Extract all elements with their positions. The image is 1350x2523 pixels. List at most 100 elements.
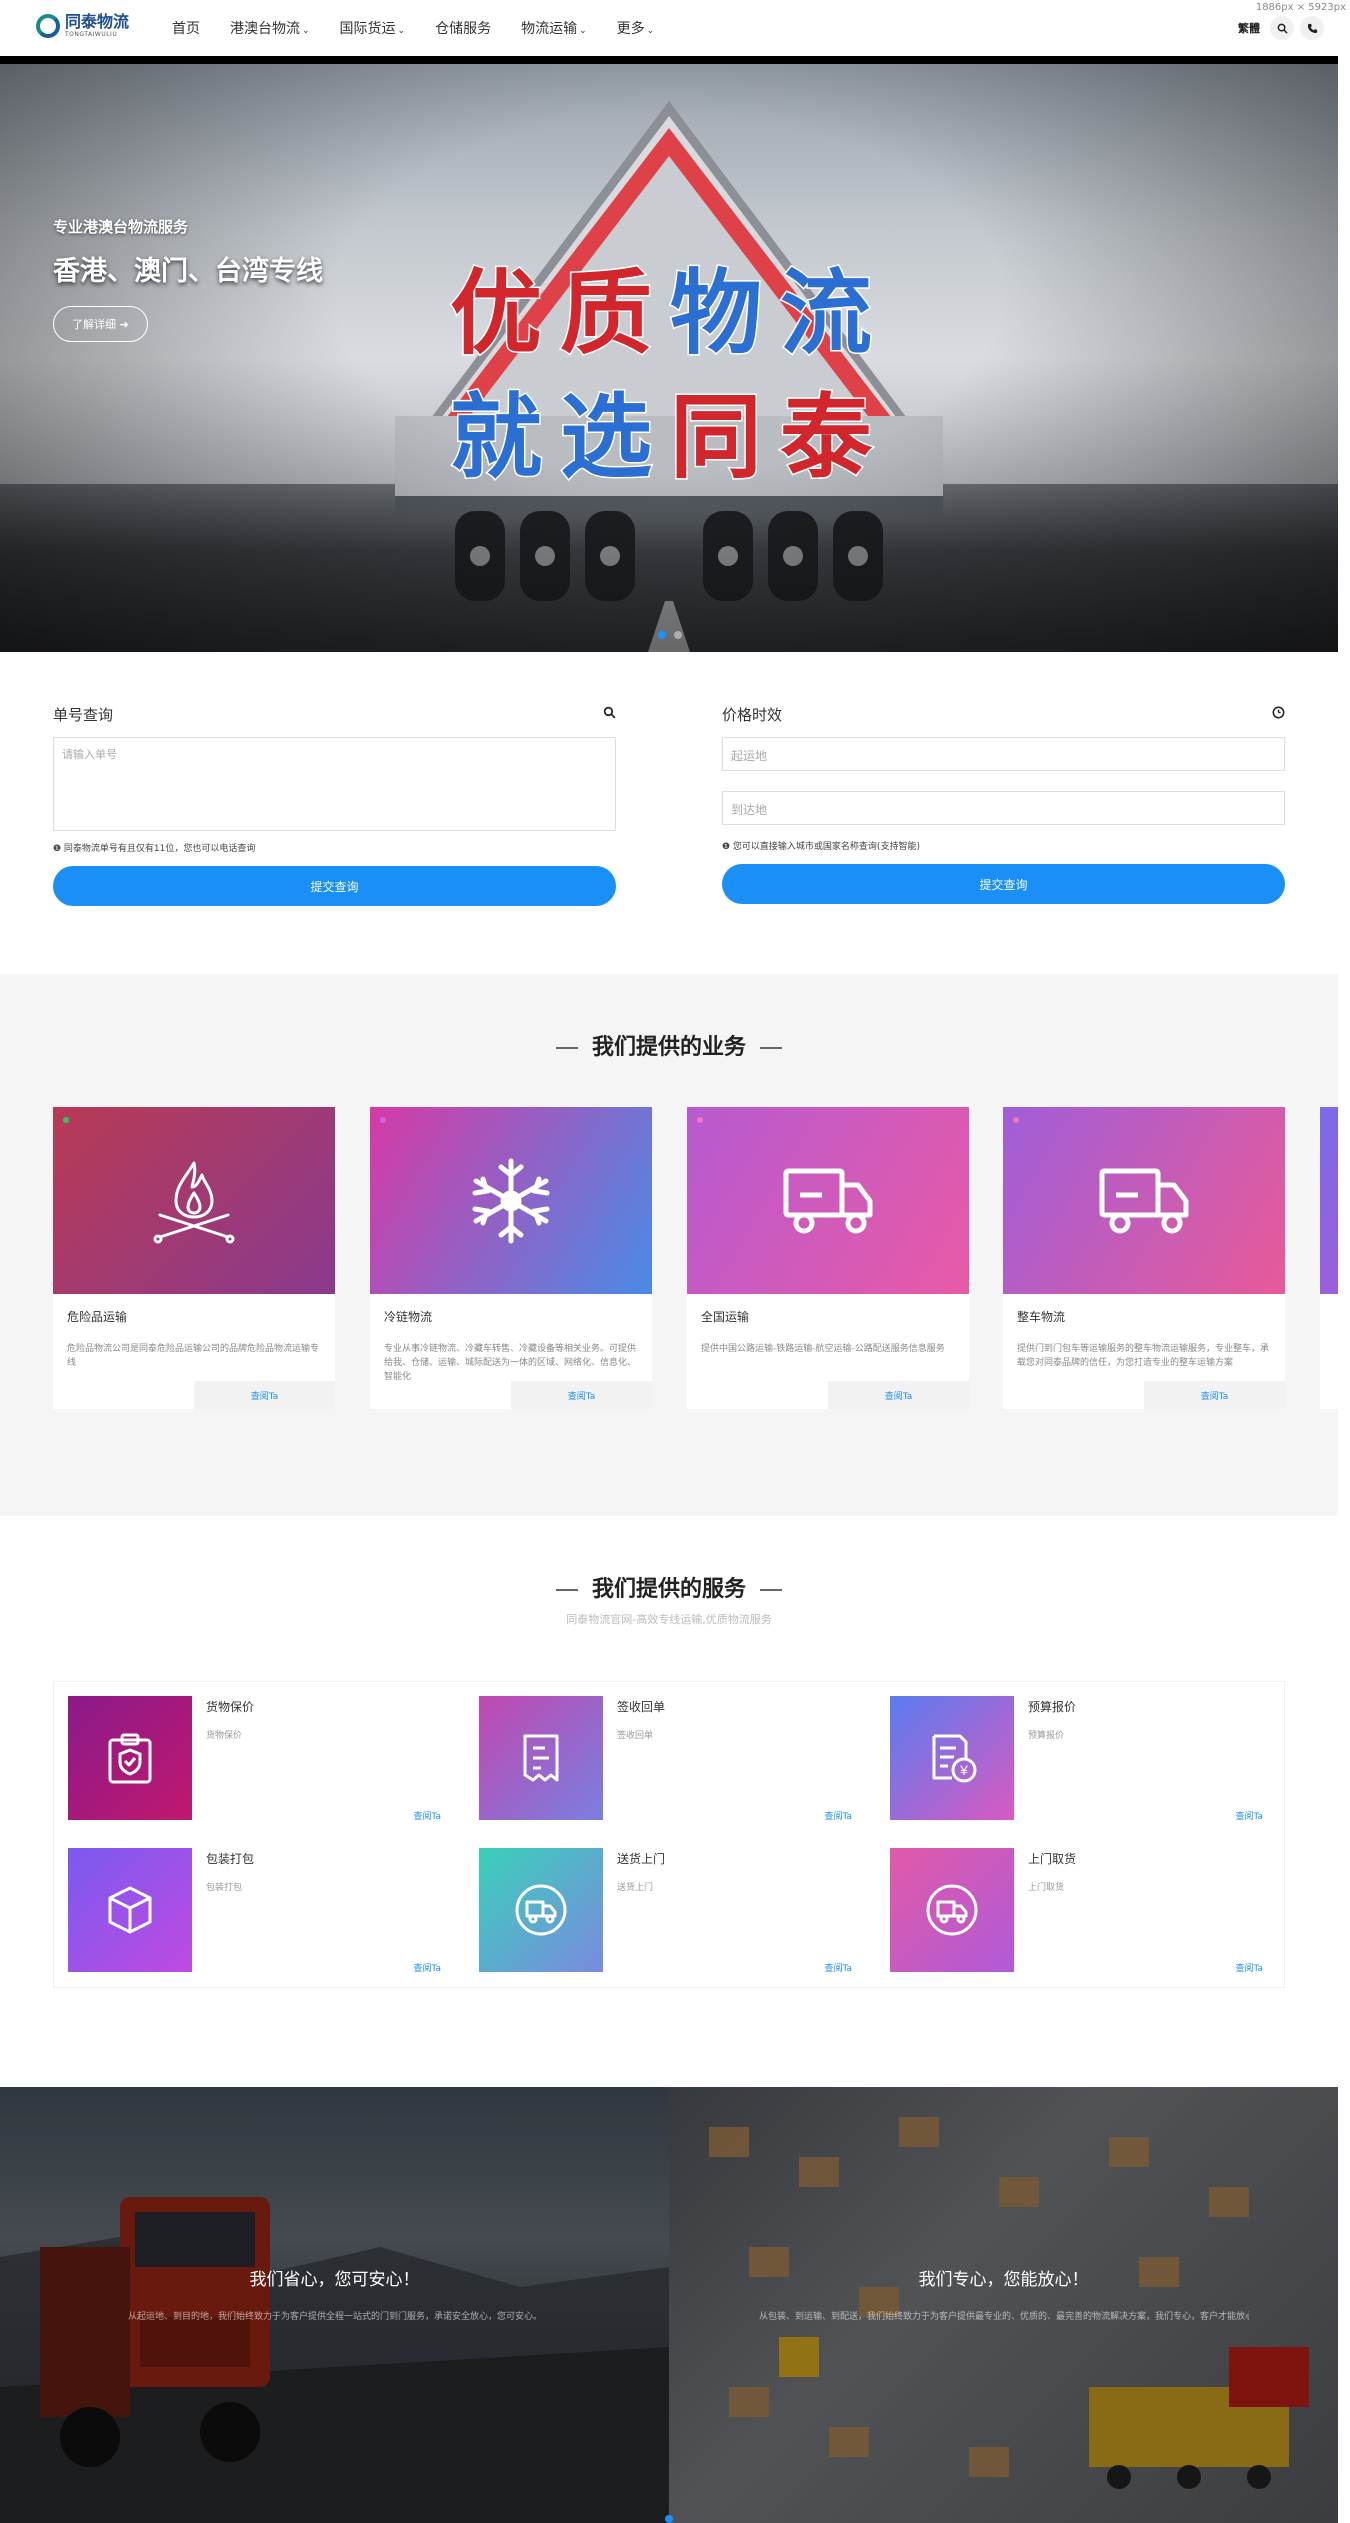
service-more-link[interactable]: 查阅Ta: [413, 1961, 441, 1974]
nav-item-transport[interactable]: 物流运输 ⌄: [521, 18, 587, 38]
search-icon[interactable]: [1270, 16, 1294, 40]
chevron-down-icon: ⌄: [579, 26, 587, 36]
business-card-more-link[interactable]: 查阅Ta: [194, 1381, 335, 1409]
service-name: 上门取货: [1028, 1852, 1077, 1866]
slider-dot-1[interactable]: [658, 631, 666, 639]
price-title: 价格时效: [722, 706, 783, 724]
chevron-down-icon: ⌄: [302, 26, 310, 36]
business-card-more-link[interactable]: 查阅Ta: [828, 1381, 969, 1409]
nav-item-home[interactable]: 首页: [172, 18, 200, 38]
business-card-more-link[interactable]: 查阅Ta: [1144, 1381, 1285, 1409]
tracking-query: 单号查询 请输入单号 ❶ 同泰物流单号有且仅有11位，您也可以电话查询 提交查询: [53, 704, 616, 906]
service-icon-box: [68, 1696, 192, 1820]
banner-shade: [0, 2087, 669, 2523]
business-card[interactable]: 整车物流 提供门到门包车等运输服务的整车物流运输服务，专业整车，承载您对同泰品牌…: [1003, 1107, 1285, 1409]
snowflake-icon: [472, 1158, 550, 1243]
promo-banner-left[interactable]: 我们省心，您可安心！ 从起运地、到目的地，我们始终致力于为客户提供全程一站式的门…: [0, 2087, 669, 2523]
service-name: 包装打包: [206, 1852, 255, 1866]
services-title: 我们提供的服务: [0, 1571, 1338, 1603]
main-nav: 首页 港澳台物流 ⌄ 国际货运 ⌄ 仓储服务 物流运输 ⌄ 更多 ⌄: [172, 18, 654, 38]
tracking-title: 单号查询: [53, 706, 114, 724]
nav-item-more[interactable]: 更多 ⌄: [617, 18, 655, 38]
nav-item-hk-macau-taiwan[interactable]: 港澳台物流 ⌄: [230, 18, 310, 38]
business-card[interactable]: 危险品运输 危险品物流公司是同泰危险品运输公司的品牌危险品物流运输专线 查阅Ta: [53, 1107, 335, 1409]
language-switch[interactable]: 繁體: [1238, 20, 1260, 36]
slider-dot-2[interactable]: [674, 631, 682, 639]
nav-item-international[interactable]: 国际货运 ⌄: [340, 18, 406, 38]
service-icon-box: [479, 1848, 603, 1972]
origin-input[interactable]: 起运地: [722, 737, 1285, 771]
logo-text-en: TONGTAIWULIU: [65, 31, 118, 38]
service-desc: 上门取货: [1028, 1883, 1065, 1893]
business-card[interactable]: 冷链物流 专业从事冷链物流、冷藏车转售、冷藏设备等相关业务。可提供给我、仓储、运…: [370, 1107, 652, 1409]
page: 同泰物流 TONGTAIWULIU 首页 港澳台物流 ⌄ 国际货运 ⌄ 仓储服务 物…: [0, 0, 1350, 2523]
hero-slider[interactable]: 优质物流 就选同泰 专业港澳台物流服务 香港、澳门、台湾专线 了解详细 ➜: [0, 56, 1338, 652]
svg-text:¥: ¥: [959, 1762, 968, 1778]
receipt-icon: [523, 1734, 559, 1782]
promo-banner-right-desc: 从包装、到运输、到配送，我们始终致力于为客户提供最专业的、优质的、最完善的物流解…: [759, 2312, 1249, 2322]
promo-banner-right[interactable]: 我们专心，您能放心！ 从包装、到运输、到配送，我们始终致力于为客户提供最专业的、…: [669, 2087, 1338, 2523]
query-section: 单号查询 请输入单号 ❶ 同泰物流单号有且仅有11位，您也可以电话查询 提交查询…: [0, 652, 1338, 974]
service-item[interactable]: 货物保价 货物保价 查阅Ta: [54, 1682, 449, 1822]
service-icon-box: [890, 1848, 1014, 1972]
banner-shade: [669, 2087, 1338, 2523]
delivery-icon: [515, 1884, 567, 1936]
business-card[interactable]: 全国运输 提供中国公路运输-铁路运输-航空运输-公路配送服务信息服务 查阅Ta: [687, 1107, 969, 1409]
hero-slogan-line2: 就选同泰: [448, 383, 891, 493]
pickup-icon: [926, 1884, 978, 1936]
learn-more-button[interactable]: 了解详细 ➜: [53, 306, 148, 342]
service-more-link[interactable]: 查阅Ta: [1235, 1809, 1263, 1822]
destination-input[interactable]: 到达地: [722, 791, 1285, 825]
service-more-link[interactable]: 查阅Ta: [1235, 1961, 1263, 1974]
logo-text-cn: 同泰物流: [65, 12, 130, 31]
promo-banners: 我们省心，您可安心！ 从起运地、到目的地，我们始终致力于为客户提供全程一站式的门…: [0, 2087, 1338, 2523]
search-icon[interactable]: [603, 706, 616, 723]
business-card-image: [1320, 1107, 1338, 1294]
site-header: 同泰物流 TONGTAIWULIU 首页 港澳台物流 ⌄ 国际货运 ⌄ 仓储服务 物…: [0, 0, 1338, 56]
service-item[interactable]: 签收回单 签收回单 查阅Ta: [465, 1682, 860, 1822]
service-item[interactable]: 包装打包 包装打包 查阅Ta: [54, 1834, 449, 1974]
hero-slogan-line1: 优质物流: [448, 259, 891, 369]
price-query: 价格时效 起运地 到达地 ❶ 您可以直接输入城市或国家名称查询(支持智能) 提交…: [722, 704, 1285, 904]
slider-pagination: [658, 631, 682, 639]
service-desc: 包装打包: [206, 1883, 243, 1893]
service-name: 送货上门: [617, 1852, 666, 1866]
services-subtitle: 同泰物流官网-高效专线运输,优质物流服务: [566, 1613, 772, 1626]
business-card-name: 冷链物流: [384, 1310, 433, 1324]
nav-item-warehouse[interactable]: 仓储服务: [435, 18, 491, 38]
banner-dot[interactable]: [665, 2515, 673, 2523]
service-more-link[interactable]: 查阅Ta: [413, 1809, 441, 1822]
business-card-name: 危险品运输: [67, 1310, 128, 1324]
logo[interactable]: 同泰物流 TONGTAIWULIU: [36, 14, 129, 38]
price-note: ❶ 您可以直接输入城市或国家名称查询(支持智能): [722, 842, 920, 852]
services-grid: 货物保价 货物保价 查阅Ta 签收回单 签收回单 查阅Ta ¥ 预算报价 预算报…: [53, 1681, 1285, 1988]
hero-caption: 专业港澳台物流服务 香港、澳门、台湾专线 了解详细 ➜: [53, 216, 323, 342]
service-item[interactable]: 送货上门 送货上门 查阅Ta: [465, 1834, 860, 1974]
service-desc: 送货上门: [617, 1883, 654, 1893]
promo-banner-left-desc: 从起运地、到目的地，我们始终致力于为客户提供全程一站式的门到门服务，承诺安全放心…: [127, 2312, 542, 2322]
phone-icon[interactable]: [1300, 16, 1324, 40]
service-item[interactable]: 上门取货 上门取货 查阅Ta: [876, 1834, 1271, 1974]
business-card-name: 整车物流: [1017, 1310, 1066, 1324]
price-submit-button[interactable]: 提交查询: [722, 864, 1285, 904]
dimension-note: 1886px × 5923px: [1255, 2, 1346, 13]
business-card-image: [53, 1107, 335, 1294]
tracking-submit-button[interactable]: 提交查询: [53, 866, 616, 906]
scrollbar-gutter: [1338, 56, 1350, 2523]
tracking-number-input[interactable]: 请输入单号: [53, 737, 616, 831]
truck-icon: [783, 1168, 873, 1233]
service-more-link[interactable]: 查阅Ta: [824, 1809, 852, 1822]
tracking-note: ❶ 同泰物流单号有且仅有11位，您也可以电话查询: [53, 844, 256, 854]
business-card-peek[interactable]: [1320, 1107, 1338, 1409]
service-desc: 货物保价: [206, 1731, 243, 1741]
service-name: 货物保价: [206, 1700, 255, 1714]
service-item[interactable]: ¥ 预算报价 预算报价 查阅Ta: [876, 1682, 1271, 1822]
services-section: 我们提供的服务 同泰物流官网-高效专线运输,优质物流服务 货物保价 货物保价 查…: [0, 1516, 1338, 2087]
business-card-more-link[interactable]: 查阅Ta: [511, 1381, 652, 1409]
chevron-down-icon: ⌄: [646, 26, 655, 36]
service-desc: 签收回单: [617, 1731, 654, 1741]
business-card-image: [1003, 1107, 1285, 1294]
business-card-desc: 专业从事冷链物流、冷藏车转售、冷藏设备等相关业务。可提供给我、仓储、运输、城际配…: [384, 1344, 637, 1381]
business-card-image: [687, 1107, 969, 1294]
service-more-link[interactable]: 查阅Ta: [824, 1961, 852, 1974]
